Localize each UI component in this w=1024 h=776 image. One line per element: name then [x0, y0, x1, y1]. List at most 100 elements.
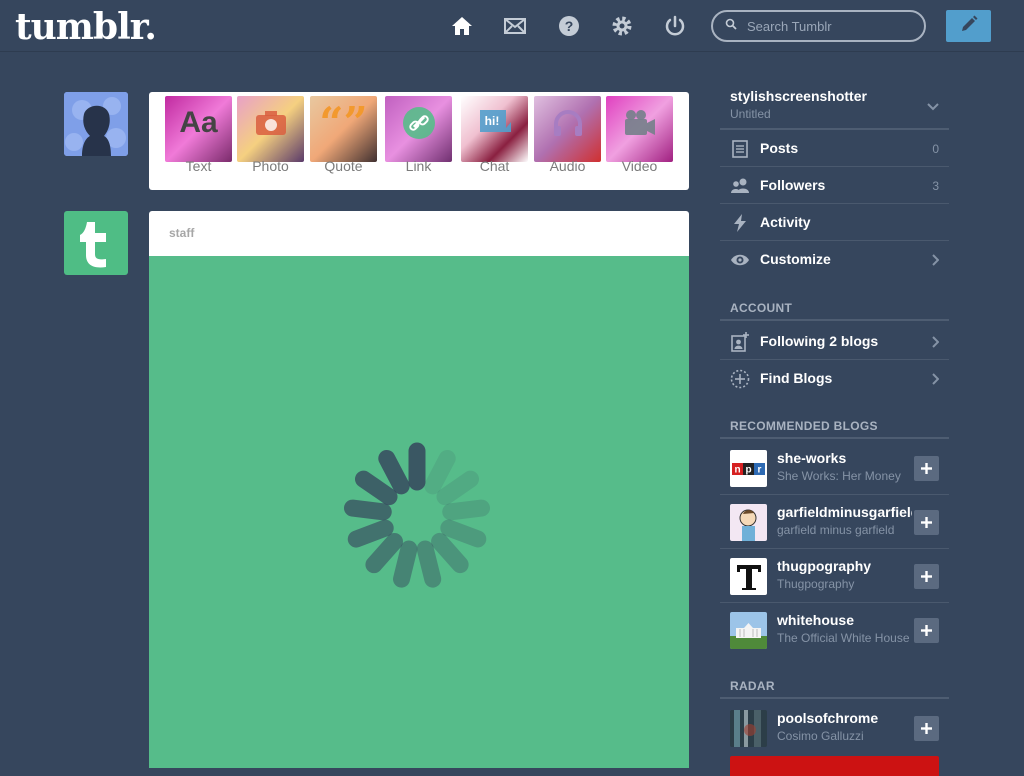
- sidebar-item-posts[interactable]: Posts 0: [720, 130, 949, 167]
- posts-count: 0: [932, 142, 939, 156]
- find-blogs-icon: [730, 369, 750, 389]
- account-heading: ACCOUNT: [720, 301, 949, 321]
- sidebar-item-followers[interactable]: Followers 3: [720, 167, 949, 204]
- sidebar-item-label: Activity: [760, 214, 811, 230]
- post-media[interactable]: [149, 256, 689, 768]
- search-icon: [725, 17, 737, 35]
- recommended-heading: RECOMMENDED BLOGS: [720, 419, 949, 439]
- post-type-text[interactable]: Aa Text: [165, 96, 232, 182]
- dashboard-post: staff: [149, 211, 689, 768]
- whitehouse-avatar: [730, 612, 767, 649]
- chat-icon: hi!: [461, 106, 528, 146]
- post-type-quote[interactable]: “” Quote: [310, 96, 377, 182]
- post-type-label: Text: [185, 158, 212, 174]
- sidebar-item-label: Posts: [760, 140, 799, 156]
- plus-icon: [921, 723, 932, 734]
- recommended-blog-description: She Works: Her Money: [777, 469, 901, 483]
- chevron-right-icon: [931, 372, 940, 390]
- plus-icon: [921, 625, 932, 636]
- chevron-right-icon: [931, 253, 940, 271]
- post-author[interactable]: staff: [149, 211, 689, 256]
- poolsofchrome-avatar: [730, 710, 767, 747]
- sidebar-item-label: Followers: [760, 177, 826, 193]
- blog-name[interactable]: stylishscreenshotter: [730, 88, 867, 104]
- recommended-blog[interactable]: npr she-works She Works: Her Money: [720, 441, 949, 495]
- sidebar-item-activity[interactable]: Activity: [720, 204, 949, 241]
- svg-text:hi!: hi!: [484, 114, 499, 128]
- camera-icon: [237, 106, 304, 144]
- recommended-blog[interactable]: thugpography Thugpography: [720, 549, 949, 603]
- recommended-blog-name[interactable]: whitehouse: [777, 612, 912, 628]
- radar-blog-description: Cosimo Galluzzi: [777, 729, 864, 743]
- follow-button[interactable]: [914, 564, 939, 589]
- follow-button[interactable]: [914, 716, 939, 741]
- eye-icon: [730, 250, 750, 270]
- chevron-down-icon[interactable]: [927, 98, 939, 116]
- post-type-label: Quote: [324, 158, 363, 174]
- help-icon[interactable]: ?: [557, 14, 581, 38]
- staff-avatar[interactable]: [64, 211, 128, 275]
- compose-button[interactable]: [946, 10, 991, 42]
- quote-icon: “”: [319, 98, 368, 147]
- home-icon[interactable]: [450, 14, 474, 38]
- tumblr-logo[interactable]: tumblr.: [15, 6, 157, 48]
- follow-button[interactable]: [914, 618, 939, 643]
- post-type-label: Chat: [479, 158, 510, 174]
- plus-icon: [921, 517, 932, 528]
- recommended-blog-name[interactable]: garfieldminusgarfield: [777, 504, 912, 520]
- recommended-blog-description: The Official White House: [777, 631, 910, 645]
- following-icon: [730, 332, 750, 352]
- post-type-label: Photo: [252, 158, 289, 174]
- pencil-icon: [959, 14, 979, 39]
- post-type-video[interactable]: Video: [606, 96, 673, 182]
- post-type-audio[interactable]: Audio: [534, 96, 601, 182]
- plus-icon: [921, 463, 932, 474]
- sidebar-item-label: Find Blogs: [760, 370, 833, 386]
- radar-post-preview[interactable]: [730, 756, 939, 776]
- blog-switcher[interactable]: stylishscreenshotter Untitled: [720, 80, 949, 130]
- gear-icon[interactable]: [610, 14, 634, 38]
- svg-text:r: r: [758, 464, 762, 475]
- sidebar-item-following[interactable]: Following 2 blogs: [720, 323, 949, 360]
- chevron-right-icon: [931, 335, 940, 353]
- recommended-blog-name[interactable]: thugpography: [777, 558, 912, 574]
- sidebar-item-find-blogs[interactable]: Find Blogs: [720, 360, 949, 397]
- followers-count: 3: [932, 179, 939, 193]
- svg-text:p: p: [745, 464, 751, 475]
- recommended-blog-name[interactable]: she-works: [777, 450, 912, 466]
- post-type-label: Video: [621, 158, 658, 174]
- sidebar-item-label: Customize: [760, 251, 831, 267]
- mail-icon[interactable]: [503, 14, 527, 38]
- activity-icon: [730, 213, 750, 233]
- plus-icon: [921, 571, 932, 582]
- power-icon[interactable]: [663, 14, 687, 38]
- garfield-avatar: [730, 504, 767, 541]
- recommended-blog[interactable]: whitehouse The Official White House: [720, 603, 949, 657]
- svg-text:?: ?: [565, 18, 574, 34]
- loading-spinner-icon: [343, 442, 491, 588]
- post-type-selector: Aa Text Photo “” Quote Link hi! Chat Aud…: [149, 92, 689, 190]
- link-icon: [385, 106, 452, 148]
- follow-button[interactable]: [914, 510, 939, 535]
- search-box[interactable]: [711, 10, 926, 42]
- search-input[interactable]: [745, 17, 909, 35]
- npr-avatar: npr: [730, 450, 767, 487]
- post-type-photo[interactable]: Photo: [237, 96, 304, 182]
- post-type-label: Audio: [549, 158, 586, 174]
- post-type-chat[interactable]: hi! Chat: [461, 96, 528, 182]
- top-bar: tumblr. ?: [0, 0, 1024, 52]
- video-camera-icon: [606, 106, 673, 145]
- sidebar-item-customize[interactable]: Customize: [720, 241, 949, 278]
- radar-heading: RADAR: [720, 679, 949, 699]
- user-avatar[interactable]: [64, 92, 128, 156]
- recommended-blog[interactable]: garfieldminusgarfield garfield minus gar…: [720, 495, 949, 549]
- follow-button[interactable]: [914, 456, 939, 481]
- posts-icon: [730, 139, 750, 159]
- text-icon: Aa: [179, 106, 218, 139]
- recommended-blog-description: Thugpography: [777, 577, 855, 591]
- radar-blog[interactable]: poolsofchrome Cosimo Galluzzi: [720, 701, 949, 755]
- sidebar-item-label: Following 2 blogs: [760, 333, 879, 349]
- thugpography-avatar: [730, 558, 767, 595]
- radar-blog-name[interactable]: poolsofchrome: [777, 710, 912, 726]
- post-type-link[interactable]: Link: [385, 96, 452, 182]
